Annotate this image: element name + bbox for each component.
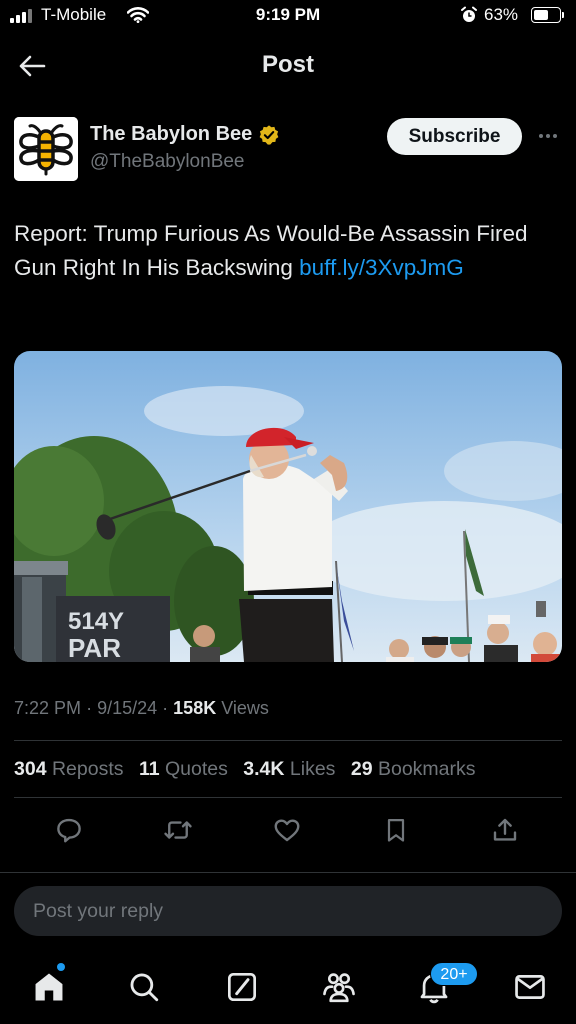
action-bar: [14, 810, 562, 850]
like-icon: [274, 819, 300, 842]
stat-label: Reposts: [51, 758, 124, 780]
views-count: 158K: [173, 698, 217, 718]
author-name-row[interactable]: The Babylon Bee: [90, 123, 280, 146]
battery-icon: [531, 7, 561, 23]
reply-input[interactable]: Post your reply: [14, 886, 562, 936]
reply-button[interactable]: [49, 810, 89, 850]
stat-label: Quotes: [164, 758, 228, 780]
status-bar: T-Mobile 9:19 PM 63%: [0, 0, 576, 34]
search-icon: [130, 973, 159, 1002]
post-image[interactable]: 514Y PAR: [14, 351, 562, 662]
golf-photo: 514Y PAR: [14, 351, 562, 662]
divider: [14, 797, 562, 798]
verified-badge-icon: [259, 124, 279, 145]
stat-bookmarks[interactable]: 29 Bookmarks: [351, 758, 476, 780]
sign-text-line2: PAR: [68, 633, 121, 662]
grok-icon: [228, 973, 256, 1001]
stat-quotes[interactable]: 11 Quotes: [139, 758, 228, 780]
home-unread-dot: [57, 963, 65, 971]
like-button[interactable]: [267, 810, 307, 850]
stats-row: 304 Reposts 11 Quotes 3.4K Likes 29 Book…: [14, 758, 486, 781]
post-meta: 7:22 PM · 9/15/24 · 158K Views: [14, 698, 269, 719]
subscribe-button[interactable]: Subscribe: [387, 118, 522, 155]
divider: [14, 740, 562, 741]
share-button[interactable]: [485, 810, 525, 850]
meta-separator: ·: [86, 698, 93, 718]
author-name: The Babylon Bee: [90, 123, 253, 145]
stat-count: 304: [14, 758, 47, 780]
tab-grok[interactable]: [220, 965, 264, 1009]
page-title: Post: [261, 51, 314, 78]
stat-likes[interactable]: 3.4K Likes: [243, 758, 335, 780]
battery-cap: [562, 12, 564, 18]
alarm-icon: [461, 6, 477, 22]
stat-label: Likes: [289, 758, 336, 780]
post-text: Report: Trump Furious As Would-Be Assass…: [14, 217, 554, 285]
share-icon: [493, 818, 517, 841]
post-date: 9/15/24: [97, 698, 158, 718]
views-label: Views: [221, 698, 269, 718]
nav-header: Post: [0, 38, 576, 94]
notification-badge: 20+: [430, 962, 478, 986]
reply-placeholder: Post your reply: [33, 900, 164, 922]
stat-count: 3.4K: [243, 758, 285, 780]
battery-percent: 63%: [484, 5, 519, 24]
repost-icon: [164, 821, 192, 839]
more-options-icon[interactable]: [536, 124, 560, 148]
post-link[interactable]: buff.ly/​3XvpJmG: [299, 255, 464, 280]
home-icon: [35, 973, 63, 1001]
post-time: 7:22 PM: [14, 698, 82, 718]
tab-communities[interactable]: [317, 965, 361, 1009]
tab-bar: [0, 955, 576, 1024]
stat-count: 29: [350, 758, 373, 780]
babylon-bee-logo-icon: [14, 117, 78, 181]
meta-separator: ·: [162, 698, 169, 718]
sign-text-line1: 514Y: [68, 608, 124, 635]
bookmark-button[interactable]: [376, 810, 416, 850]
bookmark-icon: [387, 818, 405, 842]
avatar[interactable]: [14, 117, 78, 181]
communities-icon: [323, 973, 355, 1003]
stat-reposts[interactable]: 304 Reposts: [14, 758, 124, 780]
divider: [0, 872, 576, 873]
stat-count: 11: [138, 758, 160, 780]
tab-messages[interactable]: [508, 965, 552, 1009]
author-handle[interactable]: @TheBabylonBee: [90, 151, 245, 173]
reply-icon: [57, 818, 81, 843]
tab-home[interactable]: [27, 965, 71, 1009]
tab-search[interactable]: [122, 965, 166, 1009]
messages-icon: [515, 975, 545, 999]
stat-label: Bookmarks: [377, 758, 476, 780]
battery-level: [534, 10, 548, 20]
repost-button[interactable]: [158, 810, 198, 850]
